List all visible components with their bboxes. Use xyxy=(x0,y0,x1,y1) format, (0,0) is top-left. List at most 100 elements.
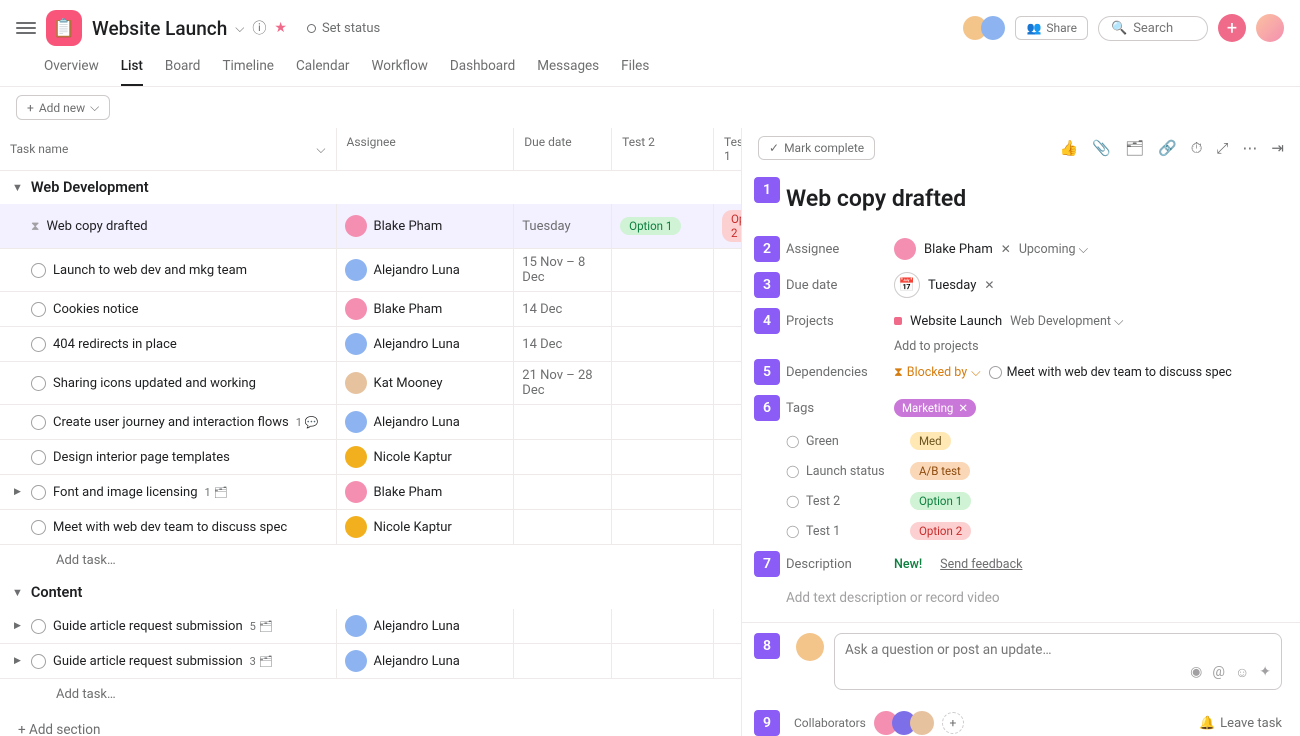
remove-tag-icon[interactable]: ✕ xyxy=(958,401,968,415)
tab-overview[interactable]: Overview xyxy=(44,58,99,86)
complete-toggle[interactable] xyxy=(31,619,46,634)
column-header-test1[interactable]: Test 1 xyxy=(714,128,741,170)
description-input[interactable]: Add text description or record video xyxy=(754,582,1276,606)
complete-toggle[interactable] xyxy=(31,485,46,500)
complete-toggle[interactable] xyxy=(31,337,46,352)
custom-field-label: Test 1 xyxy=(806,524,910,539)
section-collapse-icon[interactable]: ▼ xyxy=(12,181,23,194)
complete-toggle[interactable] xyxy=(31,450,46,465)
dependency-task[interactable]: Meet with web dev team to discuss spec xyxy=(989,365,1232,380)
task-row[interactable]: Create user journey and interaction flow… xyxy=(0,405,741,440)
search-box[interactable]: 🔍 xyxy=(1098,16,1208,41)
mention-icon[interactable]: @ xyxy=(1212,664,1225,681)
star-action-icon[interactable]: ✦ xyxy=(1259,664,1271,681)
task-row[interactable]: ⧗ Web copy drafted Blake Pham Tuesday Op… xyxy=(0,204,741,249)
task-row[interactable]: ▶ Guide article request submission 3 🗂 A… xyxy=(0,644,741,679)
fullscreen-icon[interactable]: ⤢ xyxy=(1216,139,1228,157)
column-header-due[interactable]: Due date xyxy=(514,128,612,170)
custom-field-label: Launch status xyxy=(806,464,910,479)
test2-pill[interactable]: Option 1 xyxy=(620,217,681,235)
add-section-button[interactable]: + Add section xyxy=(0,710,741,736)
attachment-icon[interactable]: 📎 xyxy=(1092,139,1111,157)
add-task-button[interactable]: Add task… xyxy=(0,679,741,710)
search-input[interactable] xyxy=(1133,21,1193,36)
calendar-icon[interactable]: 📅 xyxy=(894,272,920,298)
subtask-icon[interactable]: 🗂 xyxy=(1125,139,1144,157)
section-header[interactable]: ▼Content xyxy=(0,576,741,609)
task-row[interactable]: ▶ Font and image licensing 1 🗂 Blake Pha… xyxy=(0,475,741,510)
tab-dashboard[interactable]: Dashboard xyxy=(450,58,515,86)
column-header-test2[interactable]: Test 2 xyxy=(612,128,714,170)
timer-icon[interactable]: ⏱ xyxy=(1191,139,1203,157)
collaborator-avatars[interactable] xyxy=(874,711,934,735)
close-panel-icon[interactable]: ⇥ xyxy=(1271,139,1284,157)
hourglass-icon: ⧗ xyxy=(31,219,39,234)
send-feedback-link[interactable]: Send feedback xyxy=(940,557,1022,572)
current-user-avatar[interactable] xyxy=(1256,14,1284,42)
complete-toggle[interactable] xyxy=(31,263,46,278)
task-row[interactable]: Meet with web dev team to discuss spec N… xyxy=(0,510,741,545)
task-row[interactable]: 404 redirects in place Alejandro Luna 14… xyxy=(0,327,741,362)
custom-field-value[interactable]: A/B test xyxy=(910,462,970,480)
due-date-value[interactable]: Tuesday xyxy=(928,278,976,293)
section-collapse-icon[interactable]: ▼ xyxy=(12,586,23,599)
emoji-icon[interactable]: ☺ xyxy=(1235,664,1249,681)
task-row[interactable]: Design interior page templates Nicole Ka… xyxy=(0,440,741,475)
expand-icon[interactable]: ▶ xyxy=(14,487,24,497)
tab-board[interactable]: Board xyxy=(165,58,201,86)
task-row[interactable]: Sharing icons updated and working Kat Mo… xyxy=(0,362,741,405)
tab-files[interactable]: Files xyxy=(621,58,649,86)
tab-timeline[interactable]: Timeline xyxy=(222,58,274,86)
mark-complete-button[interactable]: ✓ Mark complete xyxy=(758,136,875,160)
add-new-button[interactable]: + Add new ⌵ xyxy=(16,95,110,120)
test1-pill[interactable]: Option 2 xyxy=(722,210,741,242)
task-row[interactable]: Cookies notice Blake Pham 14 Dec xyxy=(0,292,741,327)
blocked-by-dropdown[interactable]: ⧗ Blocked by ⌵ xyxy=(894,365,981,380)
link-icon[interactable]: 🔗 xyxy=(1158,139,1177,157)
custom-field-value[interactable]: Option 1 xyxy=(910,492,971,510)
tab-calendar[interactable]: Calendar xyxy=(296,58,350,86)
comment-box[interactable]: ◉ @ ☺ ✦ xyxy=(834,633,1282,690)
custom-field-value[interactable]: Option 2 xyxy=(910,522,971,540)
expand-icon[interactable]: ▶ xyxy=(14,621,24,631)
tag-chip[interactable]: Marketing ✕ xyxy=(894,399,976,417)
tab-list[interactable]: List xyxy=(121,58,143,86)
info-icon[interactable]: ⓘ xyxy=(252,18,266,38)
project-name[interactable]: Website Launch xyxy=(910,314,1002,329)
custom-field-value[interactable]: Med xyxy=(910,432,951,450)
complete-toggle[interactable] xyxy=(31,654,46,669)
record-icon[interactable]: ◉ xyxy=(1190,664,1202,681)
hamburger-menu-icon[interactable] xyxy=(16,18,36,38)
comment-input[interactable] xyxy=(845,642,1271,658)
add-task-button[interactable]: Add task… xyxy=(0,545,741,576)
share-button[interactable]: 👥 Share xyxy=(1015,16,1088,40)
set-status-button[interactable]: Set status xyxy=(307,21,380,36)
section-header[interactable]: ▼Web Development xyxy=(0,171,741,204)
add-to-projects-button[interactable]: Add to projects xyxy=(754,339,1276,354)
column-header-assignee[interactable]: Assignee xyxy=(337,128,515,170)
upcoming-dropdown[interactable]: Upcoming ⌵ xyxy=(1019,242,1088,257)
task-row[interactable]: Launch to web dev and mkg team Alejandro… xyxy=(0,249,741,292)
complete-toggle[interactable] xyxy=(31,376,46,391)
add-collaborator-button[interactable]: + xyxy=(942,712,964,734)
project-menu-chevron-icon[interactable]: ⌵ xyxy=(235,21,244,36)
complete-toggle[interactable] xyxy=(31,520,46,535)
project-section-dropdown[interactable]: Web Development ⌵ xyxy=(1010,314,1123,329)
complete-toggle[interactable] xyxy=(31,302,46,317)
clear-assignee-icon[interactable]: ✕ xyxy=(1001,242,1011,256)
expand-icon[interactable]: ▶ xyxy=(14,656,24,666)
task-title[interactable]: Web copy drafted xyxy=(786,177,966,226)
like-icon[interactable]: 👍 xyxy=(1060,139,1079,157)
clear-due-icon[interactable]: ✕ xyxy=(984,278,994,292)
leave-task-button[interactable]: 🔔 Leave task xyxy=(1199,716,1282,731)
task-row[interactable]: ▶ Guide article request submission 5 🗂 A… xyxy=(0,609,741,644)
more-icon[interactable]: ⋯ xyxy=(1242,139,1257,157)
star-icon[interactable]: ★ xyxy=(274,20,287,36)
global-create-button[interactable]: + xyxy=(1218,14,1246,42)
tab-workflow[interactable]: Workflow xyxy=(372,58,428,86)
project-members[interactable] xyxy=(963,16,1005,40)
column-header-task[interactable]: Task name⌵ xyxy=(0,128,337,170)
assignee-name[interactable]: Blake Pham xyxy=(924,242,993,257)
tab-messages[interactable]: Messages xyxy=(537,58,599,86)
complete-toggle[interactable] xyxy=(31,415,46,430)
